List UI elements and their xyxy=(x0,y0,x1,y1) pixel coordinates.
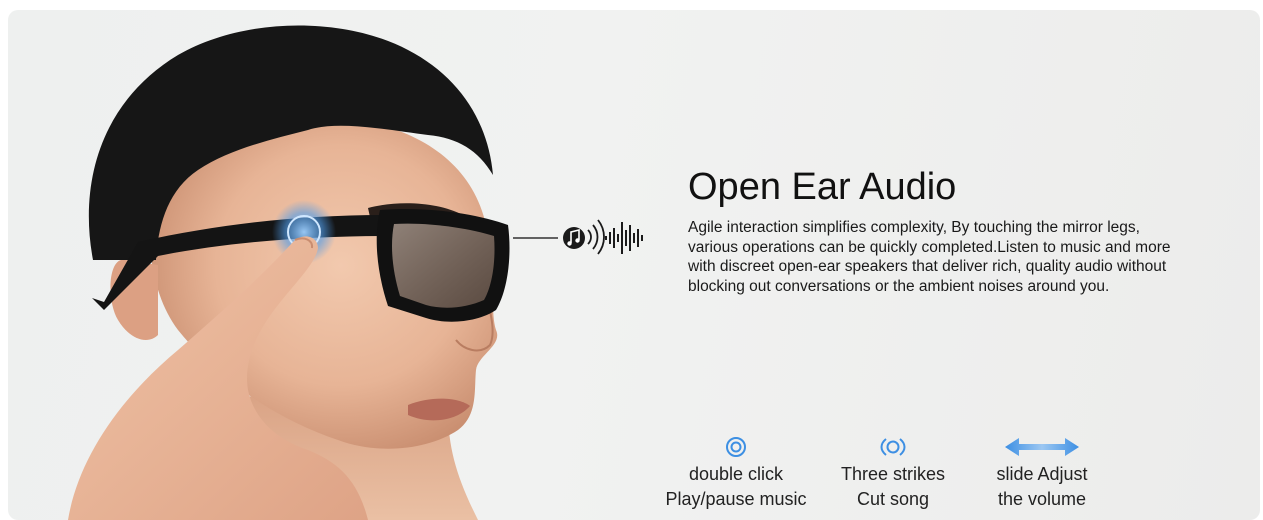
feature-slide-adjust: slide Adjust the volume xyxy=(952,435,1132,512)
music-note-icon xyxy=(563,227,585,249)
page: Open Ear Audio Agile interaction simplif… xyxy=(0,0,1263,520)
page-title: Open Ear Audio xyxy=(688,166,957,208)
double-ring-icon xyxy=(726,437,746,457)
product-photo xyxy=(68,25,643,520)
double-arrow-icon xyxy=(1005,438,1079,456)
feature-title: double click xyxy=(688,464,784,484)
feature-subtitle: Play/pause music xyxy=(665,489,807,509)
feature-double-click: double click Play/pause music xyxy=(646,435,826,512)
pulse-ring-icon xyxy=(880,438,906,456)
banner-panel: Open Ear Audio Agile interaction simplif… xyxy=(8,10,1260,520)
waveform-icon xyxy=(605,222,643,254)
feature-subtitle: the volume xyxy=(997,489,1087,509)
sound-wave-icon xyxy=(587,219,605,255)
glasses-lens xyxy=(392,223,495,308)
feature-title: slide Adjust xyxy=(996,464,1088,484)
feature-description: Agile interaction simplifies complexity,… xyxy=(688,219,1171,295)
